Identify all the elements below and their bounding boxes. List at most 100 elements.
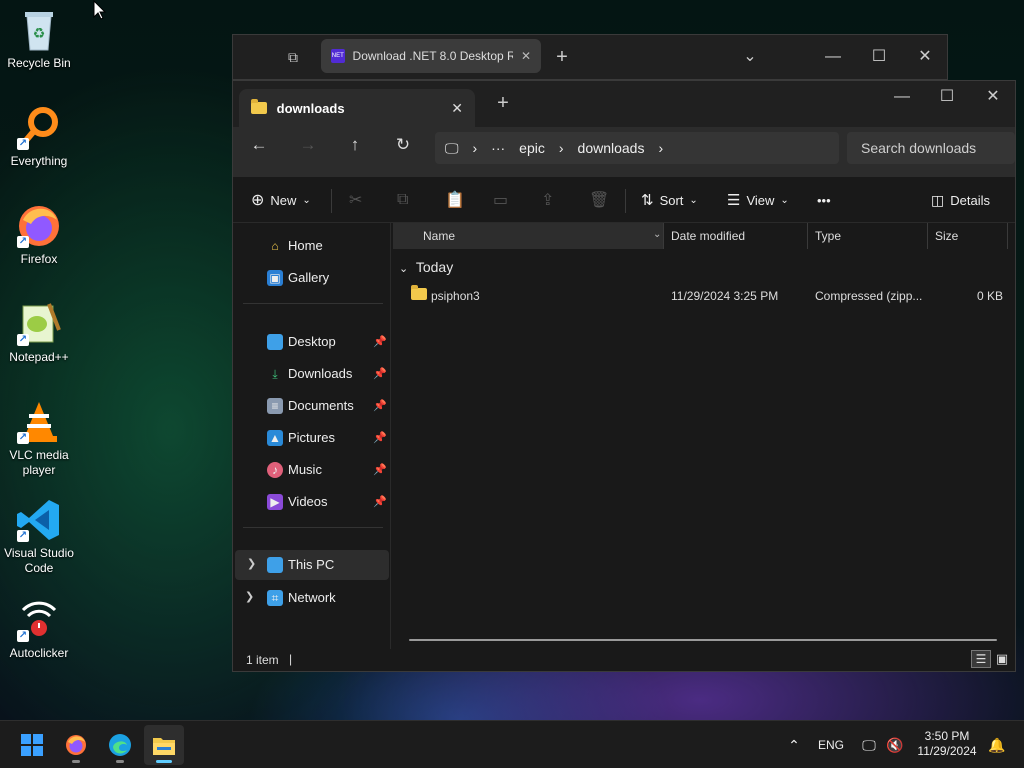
sidebar-item-desktop[interactable]: Desktop 📌 [233,327,389,357]
pin-icon: 📌 [373,336,387,348]
delete-button[interactable]: 🗑 [589,186,609,214]
column-header-date-modified[interactable]: Date modified [661,223,807,249]
tab-actions-icon[interactable]: ⧉ [281,45,305,69]
browser-window[interactable]: ⧉ NET Download .NET 8.0 Desktop Ru ✕ + ⌄… [232,34,948,80]
browser-maximize-button[interactable]: ☐ [867,45,891,69]
desktop-icon-vlc[interactable]: ↗ VLC media player [2,398,76,478]
explorer-tab-close-button[interactable]: ✕ [451,100,463,117]
forward-button[interactable]: → [295,132,321,158]
running-indicator [116,760,124,763]
sort-button[interactable]: ⇅ Sort ⌄ [641,186,698,214]
sidebar-item-gallery[interactable]: ▣ Gallery [233,263,389,293]
volume-muted-icon[interactable]: 🔇 [882,721,908,768]
start-button[interactable] [12,725,52,765]
view-button[interactable]: ☰ View ⌄ [727,186,789,214]
refresh-button[interactable]: ↻ [390,132,416,158]
new-button[interactable]: ⊕ New ⌄ [251,186,311,214]
notifications-bell-icon[interactable]: 🔔 [986,721,1008,768]
sidebar-item-home[interactable]: ⌂ Home [233,231,389,261]
up-button[interactable]: ↑ [342,132,368,158]
column-header-type[interactable]: Type [805,223,925,249]
browser-new-tab-button[interactable]: + [550,45,574,69]
monitor-icon: 🖵 [445,139,459,156]
explorer-minimize-button[interactable]: — [890,85,914,109]
sidebar-item-network[interactable]: ❯ ⌗ Network [233,583,389,613]
desktop-icon-recycle-bin[interactable]: ♻ Recycle Bin [2,6,76,71]
shortcut-arrow-icon: ↗ [17,138,29,150]
browser-close-button[interactable]: ✕ [913,45,937,69]
search-input[interactable]: Search downloads [847,132,1015,164]
cut-button[interactable]: ✂ [349,186,362,214]
file-explorer-window[interactable]: downloads ✕ + — ☐ ✕ ← → ↑ ↻ 🖵 › ··· epic… [232,80,1016,672]
group-label: Today [415,259,454,275]
network-status-icon[interactable]: 🖵 [856,721,882,768]
browser-tab-close-button[interactable]: ✕ [521,49,531,63]
taskbar-firefox[interactable] [56,725,96,765]
tab-list-chevron-icon[interactable]: ⌄ [738,45,762,69]
table-row[interactable]: psiphon3 11/29/2024 3:25 PM Compressed (… [393,281,1005,311]
file-explorer-icon [153,738,175,755]
computer-icon [267,557,283,573]
firefox-icon [66,735,86,755]
taskbar-file-explorer[interactable] [144,725,184,765]
sidebar-item-music[interactable]: ♪ Music 📌 [233,455,389,485]
chevron-right-icon[interactable]: ❯ [245,590,254,603]
desktop-icon-everything[interactable]: ↗ Everything [2,104,76,169]
details-button-label: Details [950,192,990,208]
copy-button[interactable]: ⧉ [397,186,408,214]
breadcrumb-more-button[interactable]: ··· [491,140,505,156]
details-pane-button[interactable]: ◫ Details [931,186,990,214]
scissors-icon: ✂ [349,192,363,209]
breadcrumb-separator: › [472,140,478,156]
column-divider[interactable] [1007,223,1008,249]
details-pane-icon: ◫ [931,191,945,208]
paste-button[interactable]: 📋 [445,186,465,214]
share-button[interactable]: ⇪ [541,186,554,214]
column-header-name[interactable]: Name [393,223,663,249]
vscode-icon: ↗ [15,496,63,544]
sidebar-item-videos[interactable]: ▶ Videos 📌 [233,487,389,517]
back-button[interactable]: ← [246,132,272,158]
toolbar-divider [625,189,626,213]
desktop-icon-autoclicker[interactable]: ↗ Autoclicker [2,596,76,661]
vlc-icon: ↗ [15,398,63,446]
explorer-close-button[interactable]: ✕ [981,85,1005,109]
breadcrumb-downloads[interactable]: downloads [578,140,645,156]
shortcut-arrow-icon: ↗ [17,432,29,444]
input-language-indicator[interactable]: ENG [814,721,848,768]
horizontal-scrollbar[interactable] [409,639,997,641]
clock[interactable]: 3:50 PM 11/29/2024 [914,729,980,759]
tiles-view-icon[interactable]: ▣ [993,650,1011,668]
browser-tab[interactable]: NET Download .NET 8.0 Desktop Ru ✕ [321,39,541,73]
sidebar-item-pictures[interactable]: ▲ Pictures 📌 [233,423,389,453]
home-icon: ⌂ [271,239,279,253]
desktop-icon-firefox[interactable]: ↗ Firefox [2,202,76,267]
chevron-right-icon[interactable]: ❯ [247,557,256,570]
explorer-maximize-button[interactable]: ☐ [935,85,959,109]
taskbar-edge[interactable] [100,725,140,765]
pin-icon: 📌 [373,464,387,476]
show-hidden-icons-button[interactable]: ⌃ [782,721,806,768]
see-more-button[interactable]: ••• [817,186,831,214]
group-header-today[interactable]: ⌄ Today [399,259,453,275]
column-header-size[interactable]: Size [925,223,1005,249]
sort-icon: ⇅ [641,192,654,209]
recycle-bin-icon: ♻ [15,6,63,54]
explorer-titlebar[interactable]: downloads ✕ + — ☐ ✕ [233,81,1015,127]
toolbar-divider [331,189,332,213]
rename-button[interactable]: ▭ [493,186,508,214]
sidebar-item-this-pc[interactable]: ❯ This PC [235,550,389,580]
explorer-new-tab-button[interactable]: + [491,91,515,115]
details-view-icon[interactable]: ☰ [971,650,991,668]
address-bar[interactable]: 🖵 › ··· epic › downloads › [435,132,839,164]
desktop-icon-notepadpp[interactable]: ↗ Notepad++ [2,300,76,365]
text-caret: | [289,652,293,666]
browser-minimize-button[interactable]: — [821,45,845,69]
navigation-bar: ← → ↑ ↻ 🖵 › ··· epic › downloads › Searc… [233,127,1015,177]
sort-button-label: Sort [659,192,684,208]
desktop-icon-vscode[interactable]: ↗ Visual Studio Code [2,496,76,576]
sidebar-item-downloads[interactable]: ⤓ Downloads 📌 [233,359,389,389]
sidebar-item-documents[interactable]: ≡ Documents 📌 [233,391,389,421]
explorer-tab[interactable]: downloads ✕ [239,89,475,127]
breadcrumb-epic[interactable]: epic [519,140,545,156]
